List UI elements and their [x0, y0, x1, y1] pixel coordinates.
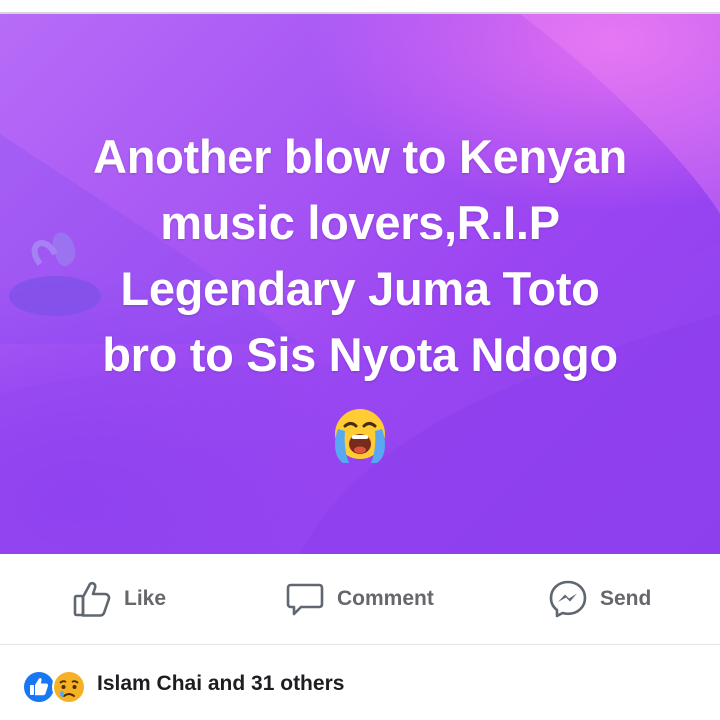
thumbs-up-icon — [73, 581, 111, 617]
top-strip — [0, 0, 720, 12]
messenger-icon — [549, 580, 587, 618]
send-button[interactable]: Send — [548, 576, 651, 622]
post-text: Another blow to Kenyan music lovers,R.I.… — [93, 130, 627, 381]
like-reaction-icon — [22, 670, 56, 704]
reaction-summary-text: Islam Chai and 31 others — [97, 672, 345, 695]
like-button[interactable]: Like — [72, 576, 166, 622]
crying-face-emoji-icon — [335, 409, 385, 463]
sad-reaction-icon — [52, 670, 86, 704]
comment-button[interactable]: Comment — [285, 576, 434, 622]
send-label: Send — [600, 587, 652, 610]
post-action-bar: Like Comment Send — [0, 554, 720, 644]
reaction-icons — [22, 670, 86, 704]
comment-bubble-icon — [286, 583, 324, 616]
like-label: Like — [124, 587, 167, 610]
post-background-card[interactable]: Another blow to Kenyan music lovers,R.I.… — [0, 14, 720, 554]
reactions-summary[interactable]: Islam Chai and 31 others — [0, 645, 720, 720]
comment-label: Comment — [337, 587, 434, 610]
